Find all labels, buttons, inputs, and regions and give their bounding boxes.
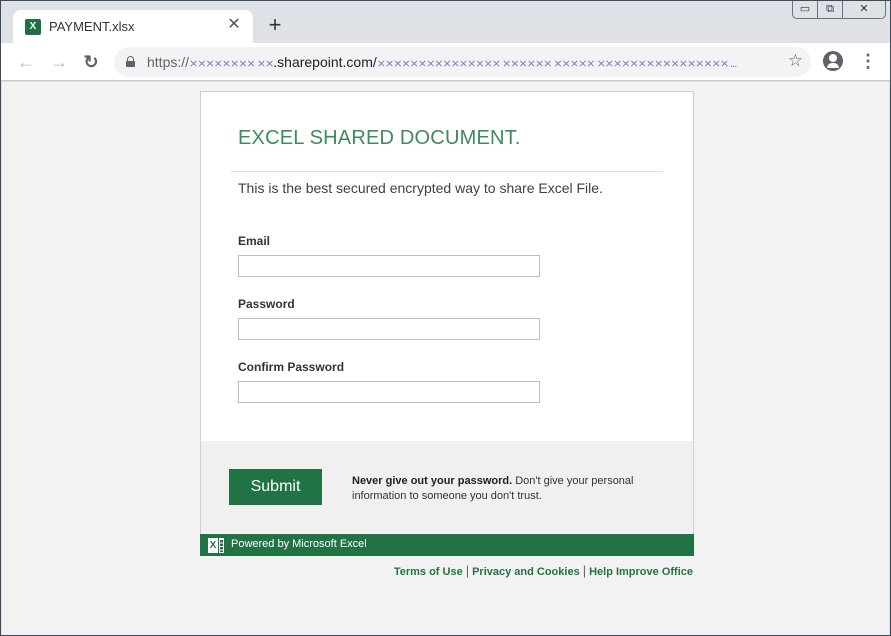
email-label: Email: [238, 234, 271, 248]
account-icon[interactable]: [823, 51, 843, 71]
tab-payment[interactable]: X PAYMENT.xlsx ✕: [13, 10, 253, 43]
lock-icon[interactable]: [126, 56, 135, 67]
browser-toolbar: ← → ↻ https://⨯⨯⨯⨯⨯⨯⨯⨯ ⨯⨯.sharepoint.com…: [1, 43, 890, 81]
confirm-password-field[interactable]: [238, 381, 540, 403]
window-controls: ▭ ⧉ ✕: [792, 1, 886, 19]
page-subtitle: This is the best secured encrypted way t…: [238, 180, 603, 196]
url-text[interactable]: https://⨯⨯⨯⨯⨯⨯⨯⨯ ⨯⨯.sharepoint.com/⨯⨯⨯⨯⨯…: [147, 54, 767, 70]
reload-icon[interactable]: ↻: [80, 51, 102, 73]
link-separator: |: [465, 563, 470, 578]
card-footer: Submit Never give out your password. Don…: [201, 441, 693, 535]
close-tab-icon[interactable]: ✕: [225, 16, 243, 34]
new-tab-button[interactable]: +: [264, 14, 286, 36]
tab-strip: X PAYMENT.xlsx ✕ + ▭ ⧉ ✕: [1, 1, 890, 43]
tab-title: PAYMENT.xlsx: [49, 19, 135, 34]
browser-window: X PAYMENT.xlsx ✕ + ▭ ⧉ ✕ ← → ↻ https://⨯…: [0, 0, 891, 636]
email-field[interactable]: [238, 255, 540, 277]
bookmark-star-icon[interactable]: ☆: [788, 51, 803, 71]
url-scheme: https://: [147, 54, 190, 70]
submit-button[interactable]: Submit: [229, 469, 322, 505]
excel-logo-letter: X: [208, 538, 218, 553]
url-obfuscated-prefix: ⨯⨯⨯⨯⨯⨯⨯⨯ ⨯⨯: [189, 58, 274, 70]
confirm-password-label: Confirm Password: [238, 360, 345, 374]
login-card: EXCEL SHARED DOCUMENT. This is the best …: [200, 91, 694, 535]
maximize-icon[interactable]: ⧉: [818, 1, 843, 18]
forward-arrow-icon[interactable]: →: [48, 51, 70, 73]
address-bar[interactable]: https://⨯⨯⨯⨯⨯⨯⨯⨯ ⨯⨯.sharepoint.com/⨯⨯⨯⨯⨯…: [114, 47, 811, 77]
powered-by-bar: X Powered by Microsoft Excel: [200, 534, 694, 556]
window-close-icon[interactable]: ✕: [843, 1, 885, 18]
password-label: Password: [238, 297, 295, 311]
back-arrow-icon[interactable]: ←: [15, 51, 37, 73]
link-separator: |: [582, 563, 587, 578]
excel-icon: X: [25, 19, 41, 35]
password-warning: Never give out your password. Don't give…: [352, 474, 642, 504]
url-obfuscated-path: ⨯⨯⨯⨯⨯⨯⨯⨯⨯⨯⨯⨯⨯⨯⨯ ⨯⨯⨯⨯⨯⨯ ⨯⨯⨯⨯⨯ ⨯⨯⨯⨯⨯⨯⨯⨯⨯⨯⨯…: [376, 58, 737, 70]
help-improve-office-link[interactable]: Help Improve Office: [589, 566, 693, 578]
powered-by-text: Powered by Microsoft Excel: [231, 538, 367, 550]
privacy-cookies-link[interactable]: Privacy and Cookies: [472, 566, 580, 578]
warning-bold: Never give out your password.: [352, 475, 513, 487]
minimize-icon[interactable]: ▭: [793, 1, 818, 18]
footer-links: Terms of Use | Privacy and Cookies | Help Im…: [394, 563, 693, 578]
divider: [231, 171, 663, 172]
password-field[interactable]: [238, 318, 540, 340]
url-domain: .sharepoint.com/: [273, 54, 377, 70]
terms-of-use-link[interactable]: Terms of Use: [394, 566, 463, 578]
menu-icon[interactable]: ⋮: [859, 51, 877, 73]
excel-logo-icon: X: [208, 538, 224, 553]
page-content: EXCEL SHARED DOCUMENT. This is the best …: [2, 82, 889, 635]
page-title: EXCEL SHARED DOCUMENT.: [238, 127, 521, 149]
